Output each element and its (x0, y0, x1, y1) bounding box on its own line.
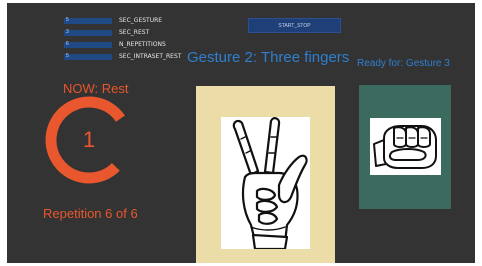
sec-rest-label: SEC_REST (119, 29, 150, 36)
sec-intraset-rest-value: 5 (66, 53, 69, 59)
current-gesture-title: Gesture 2: Three fingers (187, 49, 350, 66)
sec-gesture-label: SEC_GESTURE (119, 17, 163, 24)
fist-hand-icon (373, 125, 437, 169)
sec-rest-value: 3 (66, 29, 69, 35)
countdown-timer: 1 (44, 95, 134, 185)
n-repetitions-value: 6 (66, 41, 69, 47)
three-fingers-hand-icon (232, 117, 308, 251)
next-gesture-title: Ready for: Gesture 3 (357, 58, 450, 69)
current-gesture-image (221, 117, 310, 251)
sec-gesture-value: 5 (66, 17, 69, 23)
next-gesture-image (370, 118, 441, 175)
n-repetitions-input[interactable]: 6 (64, 41, 112, 48)
start-stop-button[interactable]: START_STOP (248, 18, 341, 33)
sec-rest-input[interactable]: 3 (64, 29, 112, 36)
n-repetitions-label: N_REPETITIONS (119, 41, 166, 48)
next-gesture-panel (359, 85, 451, 209)
sec-gesture-input[interactable]: 5 (64, 17, 112, 24)
now-status: NOW: Rest (63, 81, 129, 96)
experiment-window: 5 SEC_GESTURE 3 SEC_REST 6 N_REPETITIONS… (7, 3, 475, 263)
countdown-number: 1 (82, 127, 96, 152)
sec-intraset-rest-input[interactable]: 5 (64, 53, 112, 60)
current-gesture-panel (196, 86, 335, 263)
sec-intraset-rest-label: SEC_INTRASET_REST (119, 53, 182, 60)
repetition-counter: Repetition 6 of 6 (43, 206, 138, 221)
